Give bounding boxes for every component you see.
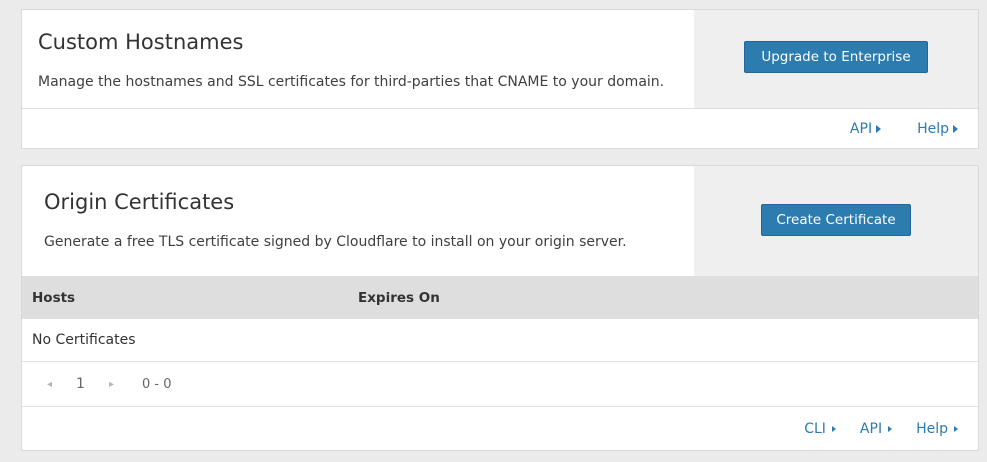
origin-certificates-description: Generate a free TLS certificate signed b… [44,234,627,250]
pagination: ◂ 1 ▸ 0 - 0 [22,362,978,407]
pagination-range: 0 - 0 [141,376,172,392]
custom-hostnames-footer: API Help [22,109,978,149]
custom-hostnames-description: Manage the hostnames and SSL certificate… [38,74,665,90]
caret-right-icon [876,125,882,133]
custom-hostnames-aside: Upgrade to Enterprise [694,10,978,108]
origin-certificates-body: Origin Certificates Generate a free TLS … [22,166,694,276]
origin-certificates-footer: CLI API Help [22,407,978,451]
caret-right-icon [953,125,958,133]
origin-certificates-cli-link[interactable]: CLI [804,421,836,437]
caret-right-icon [831,426,836,432]
custom-hostnames-help-link[interactable]: Help [917,121,958,137]
custom-hostnames-body: Custom Hostnames Manage the hostnames an… [22,10,694,108]
help-link-label: Help [916,421,948,437]
api-link-label: API [859,421,883,437]
no-certificates-text: No Certificates [32,332,136,348]
api-link-label: API [849,121,873,137]
create-certificate-button[interactable]: Create Certificate [761,204,911,236]
caret-right-icon [888,426,893,432]
origin-certificates-title: Origin Certificates [44,190,235,214]
help-link-label: Help [917,121,949,137]
custom-hostnames-card: Custom Hostnames Manage the hostnames an… [21,9,979,149]
custom-hostnames-title: Custom Hostnames [38,30,244,54]
origin-certificates-help-link[interactable]: Help [916,421,958,437]
certificates-table-header: Hosts Expires On [22,276,978,319]
chevron-left-icon[interactable]: ◂ [47,379,52,390]
origin-certificates-aside: Create Certificate [694,166,978,276]
upgrade-to-enterprise-button[interactable]: Upgrade to Enterprise [744,41,928,73]
origin-certificates-card: Origin Certificates Generate a free TLS … [21,165,979,451]
column-header-expires-on: Expires On [358,289,440,306]
chevron-right-icon[interactable]: ▸ [109,379,114,390]
custom-hostnames-header: Custom Hostnames Manage the hostnames an… [22,10,978,109]
caret-right-icon [954,426,958,432]
origin-certificates-api-link[interactable]: API [859,421,893,437]
cli-link-label: CLI [804,421,826,437]
custom-hostnames-api-link[interactable]: API [849,121,882,137]
origin-certificates-header: Origin Certificates Generate a free TLS … [22,166,978,276]
table-empty-row: No Certificates [22,319,978,362]
column-header-hosts: Hosts [32,289,76,306]
pagination-page-1[interactable]: 1 [76,376,85,392]
